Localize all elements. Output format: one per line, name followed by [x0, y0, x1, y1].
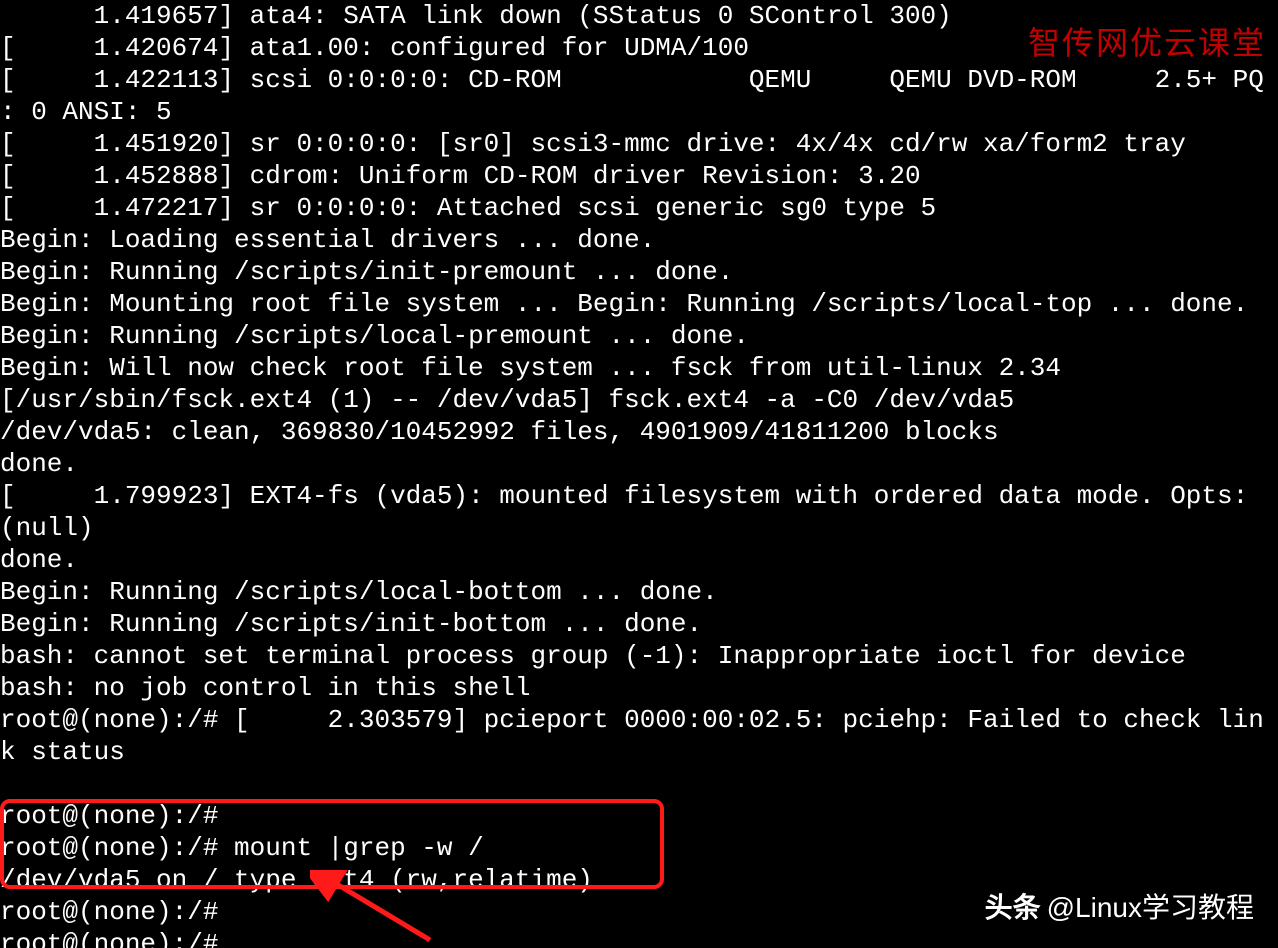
footer-label: 头条	[985, 886, 1041, 926]
footer-credit: 头条 @Linux学习教程	[985, 886, 1254, 926]
watermark-text: 智传网优云课堂	[1028, 18, 1266, 64]
terminal-output[interactable]: 1.419657] ata4: SATA link down (SStatus …	[0, 0, 1264, 948]
footer-handle: @Linux学习教程	[1047, 886, 1254, 926]
